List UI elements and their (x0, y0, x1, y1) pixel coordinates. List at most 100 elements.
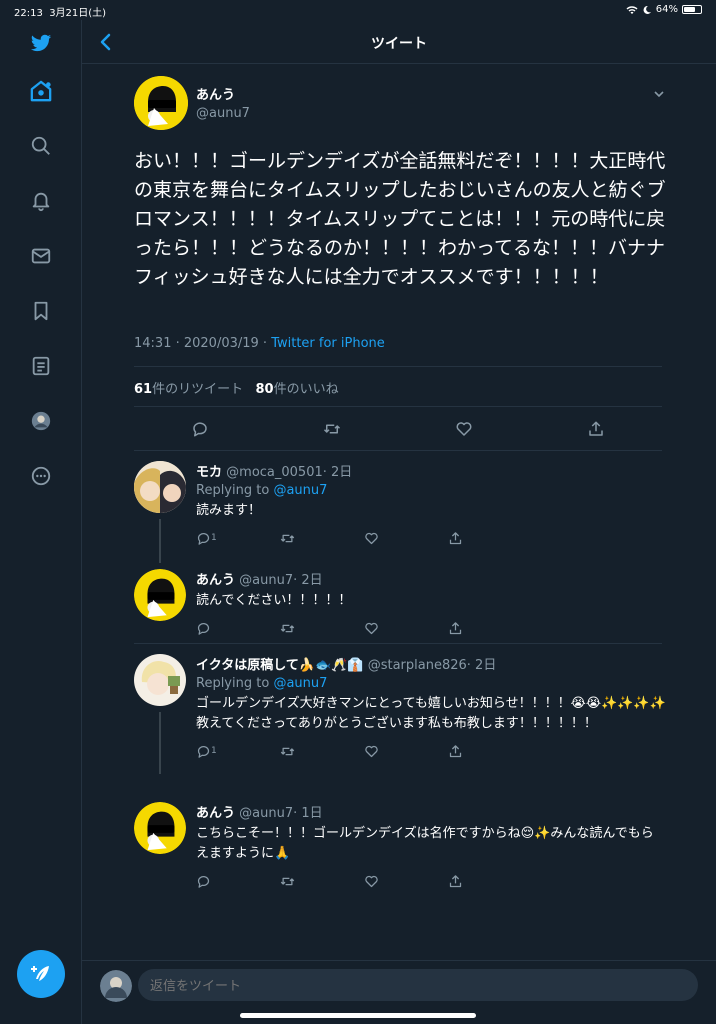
reply-text: 読みます！ (196, 503, 262, 518)
reply-time[interactable]: · 2日 (293, 573, 323, 588)
header: ツイート (82, 20, 716, 64)
status-bar: 22:13 3月21日(土) 64% (0, 0, 716, 20)
divider (134, 406, 662, 407)
chevron-down-icon[interactable] (652, 87, 666, 101)
reply-header: あんう @aunu7· 2日 (196, 569, 666, 588)
home-icon[interactable] (26, 76, 56, 106)
reply-time[interactable]: · 2日 (323, 465, 353, 480)
reply-author-name[interactable]: モカ (196, 465, 222, 480)
list-icon[interactable] (26, 351, 56, 381)
reply-tweet[interactable]: イクタは原稿して🍌🐟🥂👔 @starplane826· 2日 Replying … (134, 654, 674, 784)
reply-tweet[interactable]: あんう @aunu7· 1日 こちらこそー！！！ゴールデンデイズは名作ですからね… (134, 802, 674, 892)
like-icon[interactable] (455, 420, 473, 438)
replying-to-link[interactable]: @aunu7 (273, 676, 327, 691)
avatar[interactable] (134, 654, 186, 706)
status-time: 22:13 3月21日(土) (14, 8, 107, 19)
reply-icon[interactable] (191, 420, 209, 438)
share-action[interactable] (448, 621, 532, 636)
reply-text: ゴールデンデイズ大好きマンにとっても嬉しいお知らせ！！！！😭😭✨✨✨✨教えてくだ… (196, 696, 666, 731)
reply-action[interactable]: 1 (196, 531, 280, 546)
reply-tweet[interactable]: あんう @aunu7· 2日 読んでください！！！！！ (134, 569, 674, 649)
twitter-logo-icon[interactable] (26, 28, 56, 58)
avatar[interactable] (134, 76, 188, 130)
reply-icon (197, 875, 210, 888)
reply-author-name[interactable]: イクタは原稿して🍌🐟🥂👔 (196, 658, 364, 673)
reply-input[interactable] (138, 969, 698, 1001)
like-action[interactable] (364, 744, 448, 759)
retweet-icon (280, 624, 295, 632)
retweet-icon (280, 877, 295, 885)
share-action[interactable] (448, 874, 532, 889)
reply-header: イクタは原稿して🍌🐟🥂👔 @starplane826· 2日 (196, 654, 666, 673)
author-name[interactable]: あんう (196, 84, 250, 103)
reply-actions: 1 (196, 742, 666, 760)
reply-author-handle[interactable]: @aunu7 (239, 573, 293, 588)
share-icon (449, 874, 462, 887)
tweet-meta: 14:31 · 2020/03/19 · Twitter for iPhone (134, 336, 385, 351)
reply-actions: 1 (196, 529, 666, 547)
bell-icon[interactable] (26, 186, 56, 216)
tweet-source-link[interactable]: Twitter for iPhone (271, 336, 385, 351)
retweet-stat[interactable]: 61件のリツイート (134, 382, 243, 397)
reply-time[interactable]: · 2日 (467, 658, 497, 673)
reply-author-handle[interactable]: @starplane826 (368, 658, 467, 673)
avatar[interactable] (134, 802, 186, 854)
mail-icon[interactable] (26, 241, 56, 271)
reply-author-handle[interactable]: @moca_00501 (226, 465, 323, 480)
reply-text: 読んでください！！！！！ (196, 593, 352, 608)
like-action[interactable] (364, 874, 448, 889)
status-right: 64% (626, 4, 702, 15)
reply-icon (197, 532, 210, 545)
replying-to-link[interactable]: @aunu7 (273, 483, 327, 498)
reply-action[interactable]: 1 (196, 744, 280, 759)
reply-action[interactable] (196, 621, 280, 636)
retweet-action[interactable] (280, 874, 364, 889)
retweet-action[interactable] (280, 621, 364, 636)
reply-body: あんう @aunu7· 1日 こちらこそー！！！ゴールデンデイズは名作ですからね… (196, 802, 666, 890)
retweet-action[interactable] (280, 744, 364, 759)
share-action[interactable] (448, 744, 532, 759)
reply-tweet[interactable]: モカ @moca_00501· 2日 Replying to @aunu7 読み… (134, 461, 674, 563)
like-stat[interactable]: 80件のいいね (256, 382, 339, 397)
retweet-icon[interactable] (323, 420, 341, 438)
like-action[interactable] (364, 621, 448, 636)
author-handle[interactable]: @aunu7 (196, 106, 250, 121)
profile-icon[interactable] (26, 406, 56, 436)
reply-author-name[interactable]: あんう (196, 573, 235, 588)
avatar[interactable] (134, 569, 186, 621)
retweet-action[interactable] (280, 531, 364, 546)
bookmark-icon[interactable] (26, 296, 56, 326)
author-info: あんう @aunu7 (196, 84, 250, 121)
battery-fill (684, 7, 695, 12)
compose-tweet-button[interactable] (17, 950, 65, 998)
reply-actions (196, 872, 666, 890)
reply-header: モカ @moca_00501· 2日 (196, 461, 666, 480)
tweet-actions (134, 414, 662, 444)
reply-action[interactable] (196, 874, 280, 889)
share-action[interactable] (448, 531, 532, 546)
reply-author-handle[interactable]: @aunu7 (239, 806, 293, 821)
reply-icon (197, 622, 210, 635)
like-icon (365, 622, 378, 634)
reply-count: 1 (211, 746, 217, 756)
like-icon (365, 745, 378, 757)
share-icon (449, 531, 462, 544)
reply-author-name[interactable]: あんう (196, 806, 235, 821)
home-indicator (240, 1013, 476, 1018)
more-icon[interactable] (26, 461, 56, 491)
tweet-timestamp: 14:31 · 2020/03/19 · (134, 336, 272, 351)
reply-actions (196, 619, 666, 637)
like-action[interactable] (364, 531, 448, 546)
share-icon[interactable] (587, 420, 605, 438)
reply-text: こちらこそー！！！ゴールデンデイズは名作ですからね😌✨みんな読んでもらえますよう… (196, 826, 654, 861)
moon-icon (643, 5, 651, 14)
page-title: ツイート (371, 36, 427, 52)
avatar[interactable] (134, 461, 186, 513)
search-icon[interactable] (26, 131, 56, 161)
retweet-icon (280, 534, 295, 542)
tweet-text: おい！！！ゴールデンデイズが全話無料だぞ！！！！大正時代の東京を舞台にタイムスリ… (134, 150, 666, 288)
like-icon (365, 875, 378, 887)
retweet-icon (280, 747, 295, 755)
avatar[interactable] (100, 970, 132, 1002)
reply-time[interactable]: · 1日 (293, 806, 323, 821)
